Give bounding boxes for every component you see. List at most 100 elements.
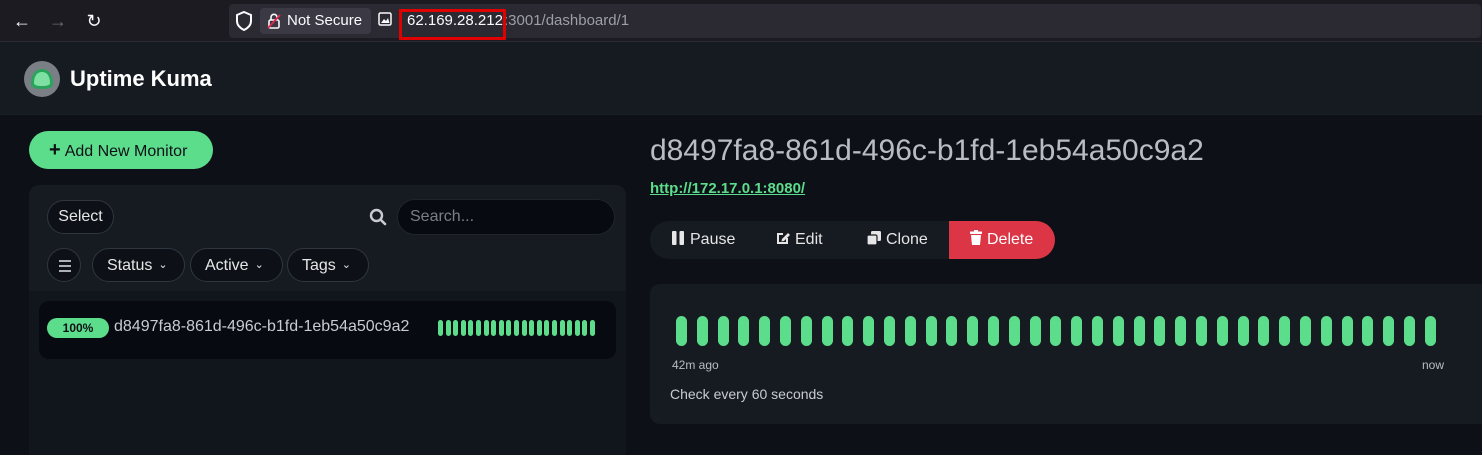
tags-filter-dropdown[interactable]: Tags ⌄ <box>287 248 369 282</box>
heartbeat-beat[interactable] <box>780 316 791 346</box>
delete-button[interactable]: Delete <box>949 221 1055 259</box>
heartbeat-beat[interactable] <box>1362 316 1374 346</box>
heartbeat-beat[interactable] <box>1175 316 1187 346</box>
add-new-monitor-button[interactable]: + Add New Monitor <box>29 131 213 169</box>
heartbeat-beat[interactable] <box>717 316 729 346</box>
not-secure-indicator[interactable]: Not Secure <box>260 8 371 34</box>
heartbeat-beat[interactable] <box>536 320 542 336</box>
heartbeat-beat[interactable] <box>574 320 580 336</box>
monitor-name: d8497fa8-861d-496c-b1fd-1eb54a50c9a2 <box>114 318 410 335</box>
chevron-down-icon: ⌄ <box>254 259 264 271</box>
heartbeat-beat[interactable] <box>521 320 527 336</box>
heartbeat-card <box>650 284 1482 424</box>
clone-button[interactable]: Clone <box>866 221 928 259</box>
active-filter-dropdown[interactable]: Active ⌄ <box>190 248 283 282</box>
heartbeat-beat[interactable] <box>904 316 916 346</box>
uptime-badge: 100% <box>47 318 109 338</box>
heartbeat-beat[interactable] <box>552 320 557 336</box>
heartbeat-beat[interactable] <box>567 320 573 336</box>
heartbeat-beat[interactable] <box>1071 316 1083 346</box>
chevron-down-icon: ⌄ <box>341 259 352 271</box>
heartbeat-beat[interactable] <box>988 316 999 346</box>
heartbeat-beat[interactable] <box>1300 316 1311 346</box>
not-secure-label: Not Secure <box>287 12 363 29</box>
heartbeat-beat[interactable] <box>696 316 708 346</box>
search-input[interactable] <box>397 199 615 235</box>
heartbeat-beat[interactable] <box>582 320 588 336</box>
chevron-down-icon: ⌄ <box>158 259 168 271</box>
heartbeat-beat[interactable] <box>453 320 459 336</box>
heartbeat-beat[interactable] <box>1050 316 1062 346</box>
forward-icon[interactable]: → <box>45 8 71 34</box>
heartbeat-beat[interactable] <box>491 320 497 336</box>
monitor-list-item[interactable]: 100% d8497fa8-861d-496c-b1fd-1eb54a50c9a… <box>39 301 616 359</box>
heartbeat-beat[interactable] <box>506 320 512 336</box>
heartbeat-beat[interactable] <box>514 320 519 336</box>
heartbeat-beat[interactable] <box>1092 316 1103 346</box>
heartbeat-beat[interactable] <box>1196 316 1207 346</box>
edit-button[interactable]: Edit <box>775 221 823 259</box>
pause-button[interactable]: Pause <box>670 221 735 259</box>
image-permission-icon[interactable] <box>378 12 392 26</box>
uptime-kuma-logo-icon[interactable] <box>23 60 61 98</box>
heartbeat-beat[interactable] <box>1216 316 1228 346</box>
heartbeat-beat[interactable] <box>925 316 937 346</box>
app-header: Uptime Kuma <box>0 42 1482 115</box>
heartbeat-beat[interactable] <box>445 320 451 336</box>
heartbeat-beat[interactable] <box>1341 316 1353 346</box>
heartbeat-beat[interactable] <box>863 316 875 346</box>
heartbeat-beat[interactable] <box>1424 316 1436 346</box>
shield-icon[interactable] <box>234 9 254 33</box>
url-path: :3001/dashboard/1 <box>504 12 630 29</box>
heartbeat-beat[interactable] <box>759 316 771 346</box>
heartbeat-beat[interactable] <box>738 316 750 346</box>
heartbeat-beat[interactable] <box>483 320 489 336</box>
select-button[interactable]: Select <box>47 200 114 234</box>
active-filter-label: Active <box>205 257 249 274</box>
heartbeat-beat[interactable] <box>1112 316 1124 346</box>
heartbeat-beat[interactable] <box>1237 316 1249 346</box>
check-interval-text: Check every 60 seconds <box>670 386 824 402</box>
back-icon[interactable]: ← <box>9 8 35 34</box>
status-filter-dropdown[interactable]: Status ⌄ <box>92 248 185 282</box>
filter-menu-button[interactable] <box>47 248 81 282</box>
heartbeat-beat[interactable] <box>1258 316 1270 346</box>
edit-icon <box>777 233 790 244</box>
heartbeat-beat[interactable] <box>676 316 687 346</box>
reload-icon[interactable]: ↻ <box>81 8 107 34</box>
clone-label: Clone <box>886 231 928 248</box>
heartbeat-beat[interactable] <box>529 320 535 336</box>
heartbeat-beat[interactable] <box>946 316 958 346</box>
monitor-url-link[interactable]: http://172.17.0.1:8080/ <box>650 180 805 197</box>
heartbeat-beat[interactable] <box>967 316 979 346</box>
heartbeat-beat[interactable] <box>1279 316 1291 346</box>
heartbeat-beat[interactable] <box>1133 316 1145 346</box>
delete-label: Delete <box>987 231 1034 248</box>
heartbeat-beat[interactable] <box>476 320 481 336</box>
heartbeat-beat[interactable] <box>842 316 854 346</box>
heartbeat-beat[interactable] <box>884 316 895 346</box>
heartbeat-beat[interactable] <box>468 320 474 336</box>
heartbeat-beat[interactable] <box>1008 316 1020 346</box>
heartbeat-beat[interactable] <box>544 320 550 336</box>
heartbeat-beat[interactable] <box>1383 316 1395 346</box>
add-monitor-label: Add New Monitor <box>64 143 188 160</box>
heartbeat-beat[interactable] <box>1404 316 1415 346</box>
heartbeat-beat[interactable] <box>800 316 812 346</box>
heartbeat-beat[interactable] <box>498 320 504 336</box>
heartbeat-beat[interactable] <box>1154 316 1166 346</box>
pause-label: Pause <box>690 231 736 248</box>
heartbeat-beat[interactable] <box>1029 316 1041 346</box>
heartbeat-beat[interactable] <box>1320 316 1332 346</box>
heartbeat-beat[interactable] <box>821 316 833 346</box>
tags-filter-label: Tags <box>302 257 336 274</box>
trash-icon <box>970 230 982 245</box>
url-highlight-box <box>399 9 506 40</box>
app-title[interactable]: Uptime Kuma <box>70 66 212 92</box>
clone-icon <box>866 231 881 246</box>
heartbeat-beat[interactable] <box>460 320 466 336</box>
heartbeat-beat[interactable] <box>559 320 565 336</box>
heartbeat-beat[interactable] <box>590 320 595 336</box>
heartbeat-beat[interactable] <box>438 320 443 336</box>
edit-label: Edit <box>795 231 823 248</box>
